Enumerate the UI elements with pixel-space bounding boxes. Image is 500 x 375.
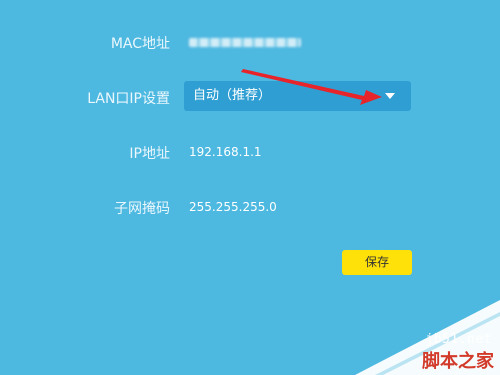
ip-value: 192.168.1.1 — [189, 145, 262, 159]
subnet-value: 255.255.255.0 — [189, 200, 277, 214]
lan-ip-setting-selected-value: 自动（推荐） — [193, 88, 272, 103]
lan-ip-setting-select[interactable]: 自动（推荐） — [184, 81, 411, 111]
mac-value-blurred — [189, 38, 301, 47]
chevron-down-icon[interactable] — [385, 93, 395, 99]
lan-ip-setting-label: LAN口IP设置 — [87, 91, 170, 107]
ip-label: IP地址 — [129, 146, 170, 162]
annotation-arrow — [241, 69, 382, 105]
watermark-site: jb51.net — [425, 332, 492, 347]
watermark-name: 脚本之家 — [422, 351, 494, 372]
mac-label: MAC地址 — [110, 36, 170, 52]
save-button[interactable]: 保存 — [342, 250, 412, 275]
subnet-label: 子网掩码 — [114, 201, 170, 217]
